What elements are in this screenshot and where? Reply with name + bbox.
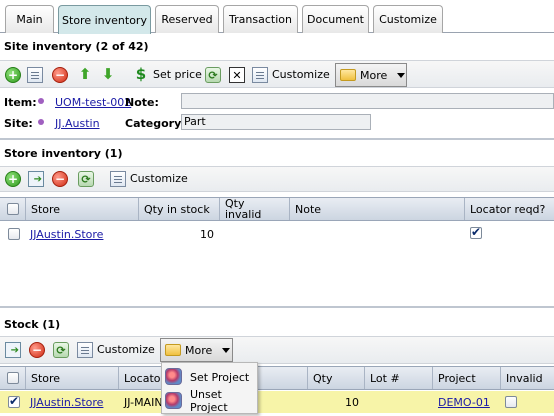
qty-invalid-label: Qty invalid: [225, 197, 262, 221]
chevron-down-icon: [397, 72, 406, 78]
row-checkbox[interactable]: [8, 228, 20, 240]
folder-icon: [340, 69, 356, 81]
column-header-qty-in-stock[interactable]: Qty in stock: [139, 198, 220, 220]
table-row-selected[interactable]: JJAustin.Store JJ-MAIN 10 DEMO-01: [0, 391, 554, 413]
column-header-project[interactable]: Project: [433, 367, 501, 389]
project-icon: [165, 368, 182, 385]
add-icon[interactable]: +: [5, 171, 21, 187]
tab-bar: Main Store inventory Reserved Transactio…: [0, 0, 554, 34]
more-dropdown-menu: Set Project Unset Project: [161, 362, 258, 414]
more-label: More: [360, 68, 388, 82]
category-label: Category:: [125, 117, 186, 130]
edit-icon[interactable]: [27, 67, 43, 83]
column-header-lot[interactable]: Lot #: [365, 367, 433, 389]
category-field[interactable]: Part: [181, 114, 371, 130]
customize-icon[interactable]: [110, 171, 126, 187]
menu-item-label: Set Project: [190, 370, 250, 384]
delete-icon[interactable]: −: [52, 171, 68, 187]
store-link[interactable]: JJAustin.Store: [30, 396, 103, 409]
menu-item-set-project[interactable]: Set Project: [162, 365, 257, 389]
refresh-icon[interactable]: ⟳: [78, 171, 94, 187]
select-all-cell: [0, 367, 26, 389]
customize-icon[interactable]: [77, 342, 93, 358]
item-status-dot: [38, 98, 44, 104]
site-link[interactable]: JJ.Austin: [55, 117, 100, 130]
note-label: Note:: [125, 96, 159, 109]
item-label: Item:: [4, 96, 37, 109]
tab-customize[interactable]: Customize: [373, 5, 443, 33]
tab-transaction[interactable]: Transaction: [223, 5, 298, 33]
refresh-icon[interactable]: ⟳: [53, 342, 69, 358]
table-row[interactable]: JJAustin.Store 10: [0, 223, 554, 245]
site-inventory-title: Site inventory (2 of 42): [4, 40, 149, 53]
select-all-checkbox[interactable]: [7, 372, 19, 384]
tab-store-inventory[interactable]: Store inventory: [58, 5, 151, 34]
section-divider: [0, 306, 554, 308]
delete-icon[interactable]: −: [52, 67, 68, 83]
more-label: More: [185, 343, 213, 357]
column-header-qty[interactable]: Qty: [308, 367, 365, 389]
delete-icon[interactable]: −: [29, 342, 45, 358]
select-all-checkbox[interactable]: [7, 203, 19, 215]
store-inventory-title: Store inventory (1): [4, 147, 123, 160]
move-up-icon[interactable]: ⬆: [77, 65, 93, 83]
note-field[interactable]: [181, 93, 554, 109]
column-header-qty-invalid[interactable]: Qty invalid: [220, 198, 290, 220]
column-header-invalid[interactable]: Invalid: [501, 367, 554, 389]
folder-icon: [165, 344, 181, 356]
qty-in-stock-cell: 10: [200, 228, 214, 241]
set-price-button[interactable]: Set price: [153, 68, 202, 81]
customize-icon[interactable]: [252, 67, 268, 83]
stock-table-header: Store Locator Qty Lot # Project Invalid: [0, 366, 554, 390]
tab-reserved[interactable]: Reserved: [155, 5, 219, 33]
refresh-icon[interactable]: ⟳: [205, 67, 221, 83]
store-link[interactable]: JJAustin.Store: [30, 228, 103, 241]
select-all-cell: [0, 198, 26, 220]
customize-button[interactable]: Customize: [97, 343, 155, 356]
site-label: Site:: [4, 117, 33, 130]
invalid-checkbox[interactable]: [505, 396, 517, 408]
column-header-note[interactable]: Note: [290, 198, 465, 220]
move-down-icon[interactable]: ⬇: [100, 65, 116, 83]
store-inventory-table-header: Store Qty in stock Qty invalid Note Loca…: [0, 197, 554, 221]
set-price-icon[interactable]: $: [133, 65, 149, 83]
add-icon[interactable]: +: [5, 67, 21, 83]
tab-main[interactable]: Main: [5, 5, 54, 33]
qty-cell: 10: [345, 396, 359, 409]
stock-title: Stock (1): [4, 318, 61, 331]
column-header-store[interactable]: Store: [26, 367, 119, 389]
row-checkbox[interactable]: [8, 394, 20, 408]
site-status-dot: [38, 119, 44, 125]
project-icon: [165, 392, 182, 409]
export-icon[interactable]: ➔: [5, 342, 21, 358]
customize-button[interactable]: Customize: [272, 68, 330, 81]
section-divider: [0, 138, 554, 140]
more-button[interactable]: More: [160, 338, 233, 362]
column-header-store[interactable]: Store: [26, 198, 139, 220]
column-header-locator-reqd[interactable]: Locator reqd?: [465, 198, 554, 220]
customize-button[interactable]: Customize: [130, 172, 188, 185]
menu-item-unset-project[interactable]: Unset Project: [162, 388, 257, 414]
locator-cell: JJ-MAIN: [124, 396, 163, 409]
menu-item-label: Unset Project: [190, 388, 228, 414]
more-button[interactable]: More: [335, 63, 407, 87]
close-icon[interactable]: ✕: [229, 67, 245, 83]
tab-document[interactable]: Document: [302, 5, 369, 33]
project-link[interactable]: DEMO-01: [438, 396, 490, 409]
locator-reqd-checkbox[interactable]: [470, 225, 482, 239]
item-link[interactable]: UOM-test-002: [55, 96, 131, 109]
export-icon[interactable]: ➔: [28, 171, 44, 187]
chevron-down-icon: [222, 347, 231, 353]
